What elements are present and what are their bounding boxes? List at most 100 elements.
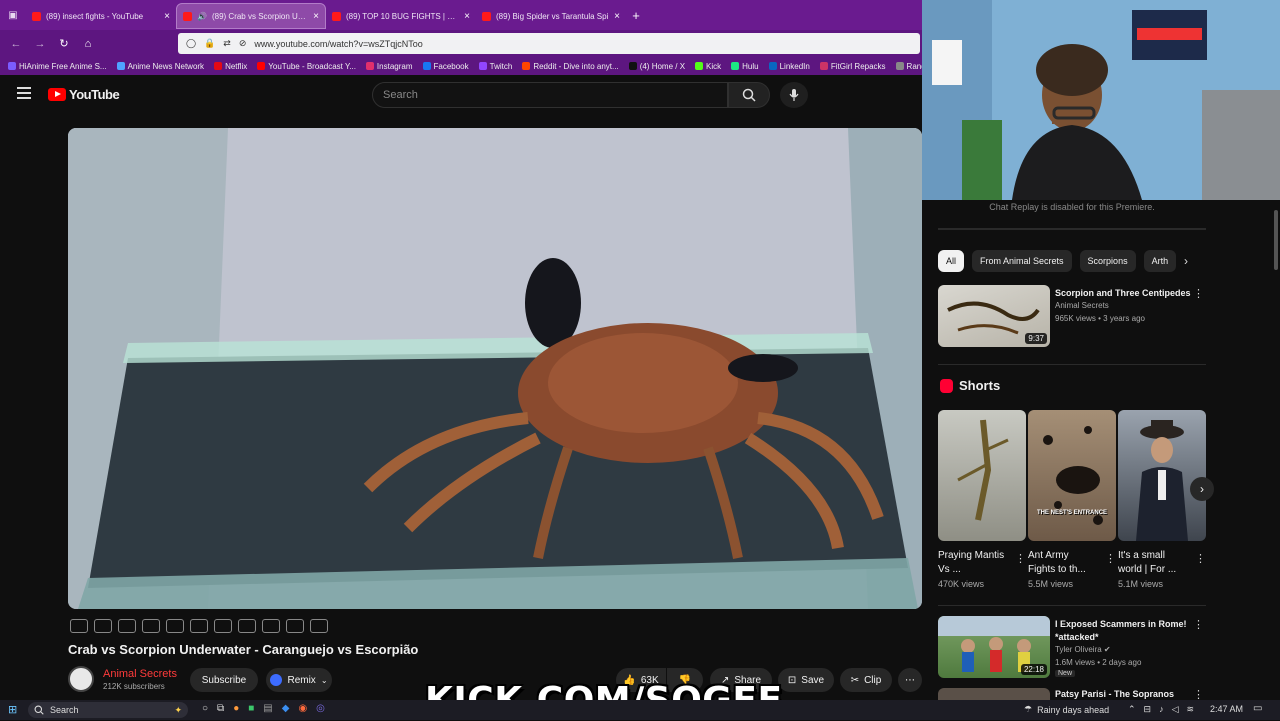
pip-icon[interactable] — [238, 619, 256, 633]
more-vertical-icon[interactable]: ⋮ — [1193, 287, 1204, 300]
playlist-icon[interactable] — [118, 619, 136, 633]
tab-top-10-bug-fights[interactable]: (89) TOP 10 BUG FIGHTS | MON × — [326, 3, 476, 29]
chevron-right-icon[interactable]: › — [1184, 254, 1188, 268]
shield-icon[interactable]: ◯ — [186, 38, 196, 49]
windows-start-icon[interactable]: ⊞ — [8, 703, 17, 716]
menu-icon[interactable] — [17, 87, 31, 99]
microphone-icon[interactable]: ♪ — [1159, 704, 1164, 715]
settings-gear-icon[interactable] — [310, 619, 328, 633]
bookmark-item[interactable]: Hulu — [731, 62, 759, 71]
reload-icon[interactable]: ↻ — [52, 37, 76, 50]
excel-icon[interactable]: ■ — [248, 703, 254, 714]
bookmark-item[interactable]: Twitch — [478, 62, 512, 71]
shorts-next-button[interactable]: › — [1190, 477, 1214, 501]
short-item[interactable]: It's a small world | For ... 5.1M views … — [1118, 410, 1206, 589]
short-title[interactable]: Ant Army Fights to th... — [1028, 549, 1098, 577]
recommended-channel[interactable]: Tyler Oliveira ✔ — [1055, 645, 1111, 654]
lock-icon[interactable]: 🔒 — [204, 38, 215, 49]
voice-search-button[interactable] — [780, 82, 808, 108]
miniplayer-icon[interactable] — [166, 619, 184, 633]
discord-icon[interactable]: ◎ — [316, 703, 325, 714]
close-tab-icon[interactable]: × — [164, 11, 170, 22]
youtube-logo[interactable]: YouTube — [48, 87, 120, 102]
short-item[interactable]: Praying Mantis Vs ... 470K views ⋮ — [938, 410, 1026, 589]
short-title[interactable]: Praying Mantis Vs ... — [938, 549, 1008, 577]
new-tab-button[interactable]: + — [626, 8, 646, 23]
notifications-icon[interactable]: ▭ — [1253, 703, 1262, 714]
short-item[interactable]: THE NEST'S ENTRANCE Ant Army Fights to t… — [1028, 410, 1116, 589]
recommended-channel[interactable]: Animal Secrets — [1055, 301, 1109, 310]
bookmark-item[interactable]: Randi — [895, 62, 922, 71]
speaker-icon[interactable]: 🔊 — [197, 12, 207, 21]
clock[interactable]: 2:47 AM — [1210, 704, 1243, 714]
chevron-up-icon[interactable]: ⌃ — [1128, 704, 1136, 715]
recommended-video[interactable]: 22:18 I Exposed Scammers in Rome! *attac… — [938, 616, 1208, 680]
close-tab-icon[interactable]: × — [464, 11, 470, 22]
bookmark-item[interactable]: FitGirl Repacks — [819, 62, 886, 71]
tab-insect-fights[interactable]: (89) insect fights - YouTube × — [26, 3, 176, 29]
bookmark-item[interactable]: (4) Home / X — [628, 62, 685, 71]
channel-name[interactable]: Animal Secrets — [103, 668, 177, 680]
channel-avatar[interactable] — [68, 666, 94, 692]
video-player[interactable] — [68, 128, 922, 609]
chip-arth[interactable]: Arth — [1143, 250, 1177, 272]
tab-big-spider[interactable]: (89) Big Spider vs Tarantula Spi × — [476, 3, 626, 29]
more-vertical-icon[interactable]: ⋮ — [1193, 618, 1204, 631]
bookmark-item[interactable]: Kick — [695, 62, 721, 71]
recommended-video[interactable]: Patsy Parisi - The Sopranos ⋮ — [938, 688, 1208, 701]
recommended-video[interactable]: 9:37 Scorpion and Three Centipedes Anima… — [938, 285, 1208, 349]
cinema-icon[interactable] — [142, 619, 160, 633]
tracking-icon[interactable]: ⊘ — [239, 38, 247, 49]
short-thumbnail[interactable]: THE NEST'S ENTRANCE — [1028, 410, 1116, 541]
tab-actions-icon[interactable]: ▣ — [0, 10, 26, 21]
volume-icon[interactable]: ◁ — [1172, 704, 1179, 715]
home-icon[interactable]: ⌂ — [76, 38, 100, 50]
files-icon[interactable]: ▤ — [263, 703, 272, 714]
save-button[interactable]: ⊡ Save — [778, 668, 834, 692]
more-vertical-icon[interactable]: ⋮ — [1105, 552, 1116, 565]
keyboard-icon[interactable] — [286, 619, 304, 633]
theater-icon[interactable] — [190, 619, 208, 633]
outlook-icon[interactable]: ◆ — [282, 703, 290, 714]
video-thumbnail[interactable]: 22:18 — [938, 616, 1050, 678]
taskbar-search[interactable]: Search ✦ — [28, 702, 188, 718]
back-icon[interactable]: ← — [4, 38, 28, 50]
recommended-title[interactable]: Scorpion and Three Centipedes — [1055, 287, 1195, 300]
bookmark-item[interactable]: Reddit - Dive into anyt... — [522, 62, 619, 71]
wifi-icon[interactable]: ≋ — [1187, 704, 1195, 715]
close-tab-icon[interactable]: × — [313, 11, 319, 22]
bookmark-item[interactable]: Facebook — [422, 62, 469, 71]
more-actions-button[interactable]: ⋯ — [898, 668, 922, 692]
address-bar[interactable]: ◯ 🔒 ⇄ ⊘ www.youtube.com/watch?v=wsZTqjcN… — [178, 33, 920, 54]
more-vertical-icon[interactable]: ⋮ — [1015, 552, 1026, 565]
browser-icon[interactable]: ◉ — [298, 703, 307, 714]
close-tab-icon[interactable]: × — [614, 11, 620, 22]
search-button[interactable] — [728, 82, 770, 108]
scrollbar-thumb[interactable] — [1274, 210, 1278, 270]
screenshot-icon[interactable] — [262, 619, 280, 633]
loop-icon[interactable] — [70, 619, 88, 633]
chip-all[interactable]: All — [938, 250, 965, 272]
chip-from-animal-secrets[interactable]: From Animal Secrets — [972, 250, 1072, 272]
clip-button[interactable]: ✂ Clip — [840, 668, 892, 692]
bookmark-item[interactable]: Netflix — [214, 62, 247, 71]
forward-icon[interactable]: → — [28, 38, 52, 50]
weather-widget[interactable]: ☂ Rainy days ahead — [1024, 704, 1109, 715]
bookmark-item[interactable]: YouTube - Broadcast Y... — [257, 62, 356, 71]
site-settings-icon[interactable]: ⇄ — [223, 38, 231, 49]
video-thumbnail[interactable] — [938, 688, 1050, 700]
recommended-title[interactable]: I Exposed Scammers in Rome! *attacked* — [1055, 618, 1195, 644]
bookmark-item[interactable]: LinkedIn — [768, 62, 810, 71]
bookmark-item[interactable]: HiAnime Free Anime S... — [8, 62, 107, 71]
usb-icon[interactable]: ⊟ — [1144, 704, 1152, 715]
task-view-icon[interactable]: ⧉ — [217, 703, 224, 714]
video-thumbnail[interactable]: 9:37 — [938, 285, 1050, 347]
more-vertical-icon[interactable]: ⋮ — [1195, 552, 1206, 565]
bookmark-item[interactable]: Instagram — [365, 62, 413, 71]
remix-button[interactable]: Remix ⌄ — [266, 668, 332, 692]
cortana-icon[interactable]: ○ — [202, 703, 208, 714]
subscribe-button[interactable]: Subscribe — [190, 668, 258, 692]
audio-icon[interactable] — [94, 619, 112, 633]
bookmark-item[interactable]: Anime News Network — [116, 62, 204, 71]
firefox-icon[interactable]: ● — [233, 703, 239, 714]
